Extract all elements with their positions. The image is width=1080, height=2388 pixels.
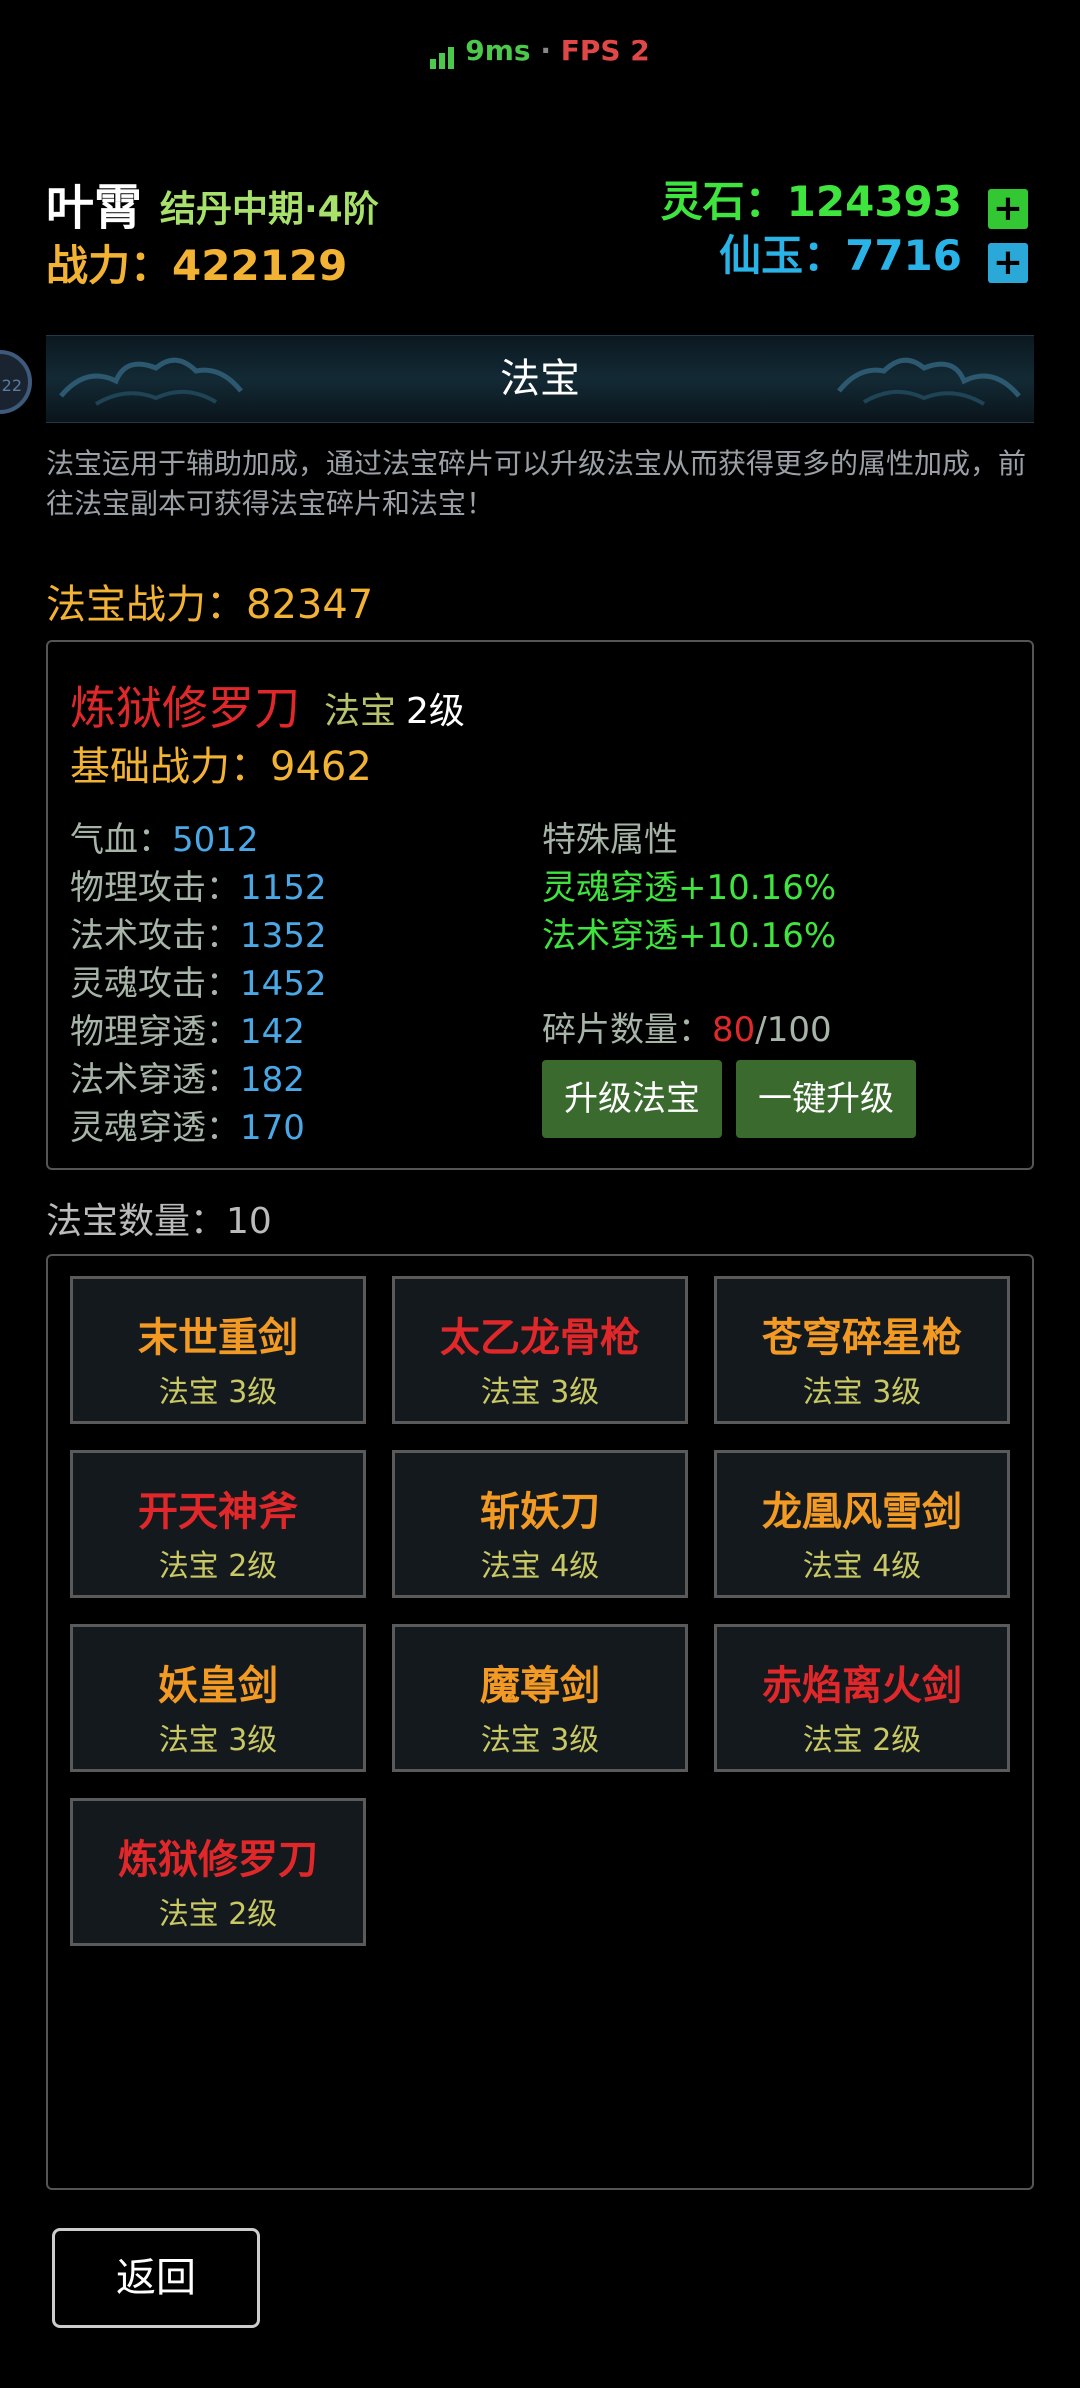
stat-row: 灵魂穿透：170	[70, 1100, 305, 1149]
stat-row: 物理穿透：142	[70, 1004, 305, 1053]
stat-label: 物理攻击：	[70, 868, 240, 908]
jade-amount: 仙玉：7716	[719, 231, 962, 280]
side-avatar-badge[interactable]: 22	[0, 350, 32, 414]
cloud-ornament-right-icon	[837, 357, 1021, 406]
selected-fabao-type: 法宝	[324, 691, 397, 732]
fabao-item-level: 法宝 3级	[158, 1723, 278, 1758]
fabao-item[interactable]: 魔尊剑法宝 3级	[392, 1624, 688, 1772]
selected-fabao-panel: 炼狱修罗刀 法宝 2级 基础战力：9462 气血：5012 物理攻击：1152 …	[46, 640, 1034, 1170]
stat-label: 灵魂攻击：	[70, 964, 240, 1004]
fabao-item-name: 魔尊剑	[480, 1663, 600, 1709]
fabao-item-level: 法宝 4级	[802, 1549, 922, 1584]
cloud-ornament-left-icon	[59, 357, 243, 406]
stat-value: 5012	[172, 820, 259, 860]
selected-fabao-level: 2级	[406, 691, 465, 732]
stat-value: 182	[240, 1060, 305, 1100]
stat-value: 1352	[240, 916, 327, 956]
spirit-stone-amount: 灵石：124393	[660, 177, 962, 226]
upgrade-fabao-button[interactable]: 升级法宝	[542, 1060, 722, 1138]
stat-label: 物理穿透：	[70, 1012, 240, 1052]
fragment-total: /100	[755, 1010, 832, 1050]
fabao-grid: 末世重剑法宝 3级 太乙龙骨枪法宝 3级 苍穹碎星枪法宝 3级 开天神斧法宝 2…	[46, 1254, 1034, 2190]
add-jade-button[interactable]: +	[988, 243, 1028, 283]
description-text: 法宝运用于辅助加成，通过法宝碎片可以升级法宝从而获得更多的属性加成，前往法宝副本…	[46, 447, 1027, 520]
fabao-item-name: 炼狱修罗刀	[118, 1837, 318, 1883]
fabao-item[interactable]: 太乙龙骨枪法宝 3级	[392, 1276, 688, 1424]
fragment-count: 碎片数量：80/100	[542, 1002, 832, 1051]
status-separator: ·	[540, 34, 551, 67]
fabao-item-name: 开天神斧	[138, 1489, 298, 1535]
network-status: 9ms · FPS 2	[0, 34, 1080, 69]
fragment-current: 80	[712, 1010, 756, 1050]
stat-row: 物理攻击：1152	[70, 860, 327, 909]
fabao-item-level: 法宝 2级	[802, 1723, 922, 1758]
fabao-item-name: 赤焰离火剑	[762, 1663, 962, 1709]
fragment-label: 碎片数量：	[542, 1010, 712, 1050]
fabao-item[interactable]: 妖皇剑法宝 3级	[70, 1624, 366, 1772]
stat-row: 法术穿透：182	[70, 1052, 305, 1101]
fabao-item-name: 苍穹碎星枪	[762, 1315, 962, 1361]
stat-row: 气血：5012	[70, 812, 259, 861]
fabao-item-level: 法宝 3级	[480, 1723, 600, 1758]
fabao-item-name: 斩妖刀	[480, 1489, 600, 1535]
title-banner: 法宝	[46, 335, 1034, 423]
fabao-item[interactable]: 炼狱修罗刀法宝 2级	[70, 1798, 366, 1946]
stat-label: 法术攻击：	[70, 916, 240, 956]
fabao-item-name: 龙凰风雪剑	[762, 1489, 962, 1535]
fabao-item[interactable]: 龙凰风雪剑法宝 4级	[714, 1450, 1010, 1598]
stat-value: 1452	[240, 964, 327, 1004]
fabao-item[interactable]: 赤焰离火剑法宝 2级	[714, 1624, 1010, 1772]
spirit-stone-row: 灵石：124393 +	[661, 168, 1028, 229]
stat-value: 142	[240, 1012, 305, 1052]
stat-row: 灵魂攻击：1452	[70, 956, 327, 1005]
ping-text: 9ms	[465, 34, 531, 67]
fabao-item-level: 法宝 3级	[802, 1375, 922, 1410]
selected-base-power: 基础战力：9462	[70, 744, 372, 790]
fabao-item[interactable]: 斩妖刀法宝 4级	[392, 1450, 688, 1598]
stat-row: 法术攻击：1352	[70, 908, 327, 957]
jade-row: 仙玉：7716 +	[719, 222, 1028, 283]
stat-label: 灵魂穿透：	[70, 1108, 240, 1148]
stat-label: 法术穿透：	[70, 1060, 240, 1100]
fabao-item-level: 法宝 3级	[158, 1375, 278, 1410]
fabao-item[interactable]: 末世重剑法宝 3级	[70, 1276, 366, 1424]
player-power: 战力：422129	[46, 241, 348, 290]
signal-icon	[430, 36, 457, 69]
player-name: 叶霄	[46, 180, 143, 236]
fabao-total-power: 法宝战力：82347	[46, 582, 374, 628]
special-attribute: 法术穿透+10.16%	[542, 916, 837, 956]
fabao-item-level: 法宝 3级	[480, 1375, 600, 1410]
selected-fabao-name: 炼狱修罗刀	[70, 681, 300, 735]
fabao-item[interactable]: 苍穹碎星枪法宝 3级	[714, 1276, 1010, 1424]
player-realm: 结丹中期·4阶	[160, 189, 379, 230]
special-attributes-title: 特殊属性	[542, 820, 678, 860]
fabao-item-name: 妖皇剑	[158, 1663, 278, 1709]
stat-value: 170	[240, 1108, 305, 1148]
fabao-item-level: 法宝 2级	[158, 1897, 278, 1932]
stat-value: 1152	[240, 868, 327, 908]
fabao-item-level: 法宝 4级	[480, 1549, 600, 1584]
fps-text: FPS 2	[560, 34, 650, 67]
fabao-item[interactable]: 开天神斧法宝 2级	[70, 1450, 366, 1598]
fabao-count: 法宝数量：10	[46, 1201, 272, 1242]
one-click-upgrade-button[interactable]: 一键升级	[736, 1060, 916, 1138]
special-attribute: 灵魂穿透+10.16%	[542, 868, 837, 908]
back-button[interactable]: 返回	[52, 2228, 260, 2328]
fabao-item-level: 法宝 2级	[158, 1549, 278, 1584]
fabao-item-name: 太乙龙骨枪	[440, 1315, 640, 1361]
fabao-item-name: 末世重剑	[138, 1315, 298, 1361]
stat-label: 气血：	[70, 820, 172, 860]
